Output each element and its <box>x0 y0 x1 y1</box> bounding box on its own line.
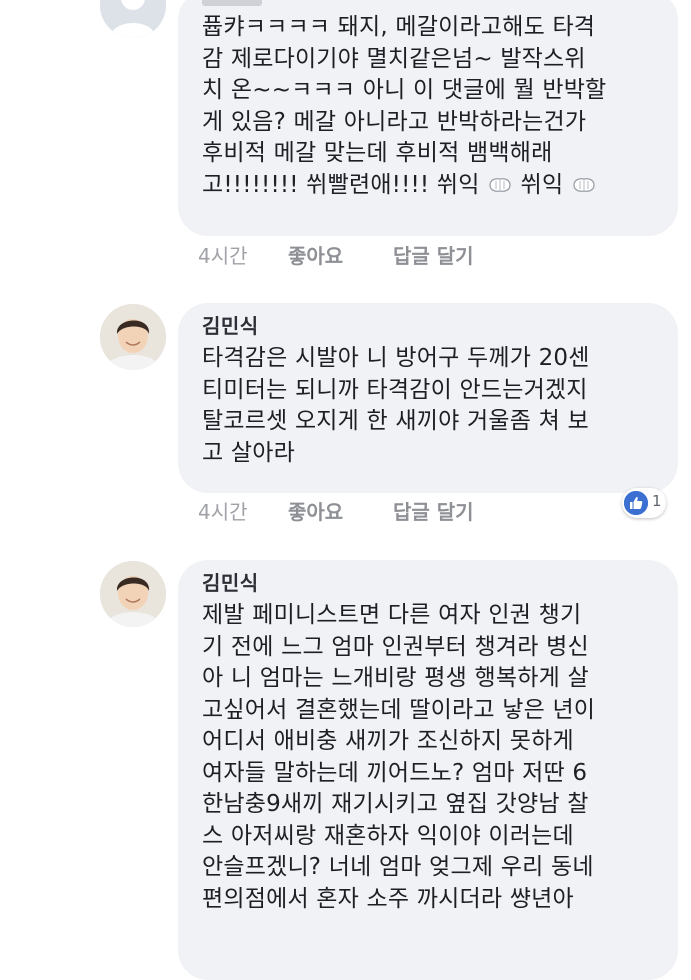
fist-emoji-icon <box>487 172 513 192</box>
comment-bubble: 김민식 제발 페미니스트면 다른 여자 인권 챙기 기 전에 느그 엄마 인권부… <box>178 560 678 980</box>
default-avatar-icon <box>100 0 166 38</box>
comment-bubble: 퓹캬ㅋㅋㅋㅋ 돼지, 메갈이라고해도 타격 감 제로다이기야 멸치같은넘~ 발작… <box>178 0 678 236</box>
like-button[interactable]: 좋아요 <box>288 240 343 269</box>
comment-bubble: 김민식 타격감은 시발아 니 방어구 두께가 20센 티미터는 되니까 타격감이… <box>178 303 678 493</box>
comment-text-line: 어디서 애비충 새끼가 조신하지 못하게 <box>202 728 574 754</box>
comment-text-line: 티미터는 되니까 타격감이 안드는거겠지 <box>202 376 588 403</box>
comment-text-line: 게 있음? 메갈 아니라고 반박하라는건가 <box>202 108 587 135</box>
like-button[interactable]: 좋아요 <box>288 496 343 525</box>
comment-text-line: 편의점에서 혼자 소주 까시더라 썅년아 <box>202 885 574 912</box>
comment-text-line: 고싶어서 결혼했는데 딸이라고 낳은 년이 <box>202 696 596 723</box>
comment-text-segment: 고!!!!!!!! 쒸빨련애!!!! 쒸익 <box>202 171 480 198</box>
comment-text-line: 고 살아라 <box>202 439 295 466</box>
comment-text-line: 후비적 메갈 맞는데 후비적 뱀백해래 <box>202 140 553 166</box>
fist-emoji-icon <box>571 172 597 192</box>
profile-photo-icon <box>100 561 166 627</box>
reaction-badge[interactable]: 1 <box>622 488 666 518</box>
comment-text-line: 안슬프겠니? 너네 엄마 엊그제 우리 동네 <box>202 854 594 880</box>
comment-text-line: 탈코르셋 오지게 한 새끼야 거울좀 쳐 보 <box>202 408 589 434</box>
comment-author[interactable]: 김민식 <box>202 311 654 341</box>
comment-author[interactable]: 김민식 <box>202 568 654 598</box>
comment-text-line: 제발 페미니스트면 다른 여자 인권 챙기 <box>202 602 582 628</box>
comment-text-line: 고!!!!!!!! 쒸빨련애!!!! 쒸익 쒸익 <box>202 170 654 202</box>
comment-text-line: 기 전에 느그 엄마 인권부터 챙겨라 병신 <box>202 633 589 660</box>
comment-text-line: 퓹캬ㅋㅋㅋㅋ 돼지, 메갈이라고해도 타격 <box>202 14 596 40</box>
comment-text-line: 한남충9새끼 재기시키고 옆집 갓양남 찰 <box>202 791 589 817</box>
comment-author[interactable] <box>202 0 654 8</box>
comment-text-line: 아 니 엄마는 느개비랑 평생 행복하게 살 <box>202 665 589 691</box>
reply-button[interactable]: 답글 달기 <box>393 240 474 269</box>
profile-photo-icon <box>100 304 166 370</box>
comment-text-line: 치 온~~ㅋㅋㅋ 아니 이 댓글에 뭘 반박할 <box>202 77 607 103</box>
thumbs-up-icon <box>624 491 648 515</box>
comment-text-line: 여자들 말하는데 끼어드노? 엄마 저딴 6 <box>202 759 588 786</box>
comment-text-segment: 쒸익 <box>520 171 564 198</box>
comment-timestamp[interactable]: 4시간 <box>198 240 248 269</box>
reply-button[interactable]: 답글 달기 <box>393 496 474 525</box>
comment-text-line: 스 아저씨랑 재혼하자 익이야 이러는데 <box>202 822 574 849</box>
reaction-count: 1 <box>652 492 662 510</box>
avatar-default[interactable] <box>100 0 166 38</box>
comment-text-line: 감 제로다이기야 멸치같은넘~ 발작스위 <box>202 45 586 72</box>
avatar[interactable] <box>100 304 166 370</box>
avatar[interactable] <box>100 561 166 627</box>
comment-text-line: 타격감은 시발아 니 방어구 두께가 20센 <box>202 345 590 371</box>
comment-timestamp[interactable]: 4시간 <box>198 496 248 525</box>
